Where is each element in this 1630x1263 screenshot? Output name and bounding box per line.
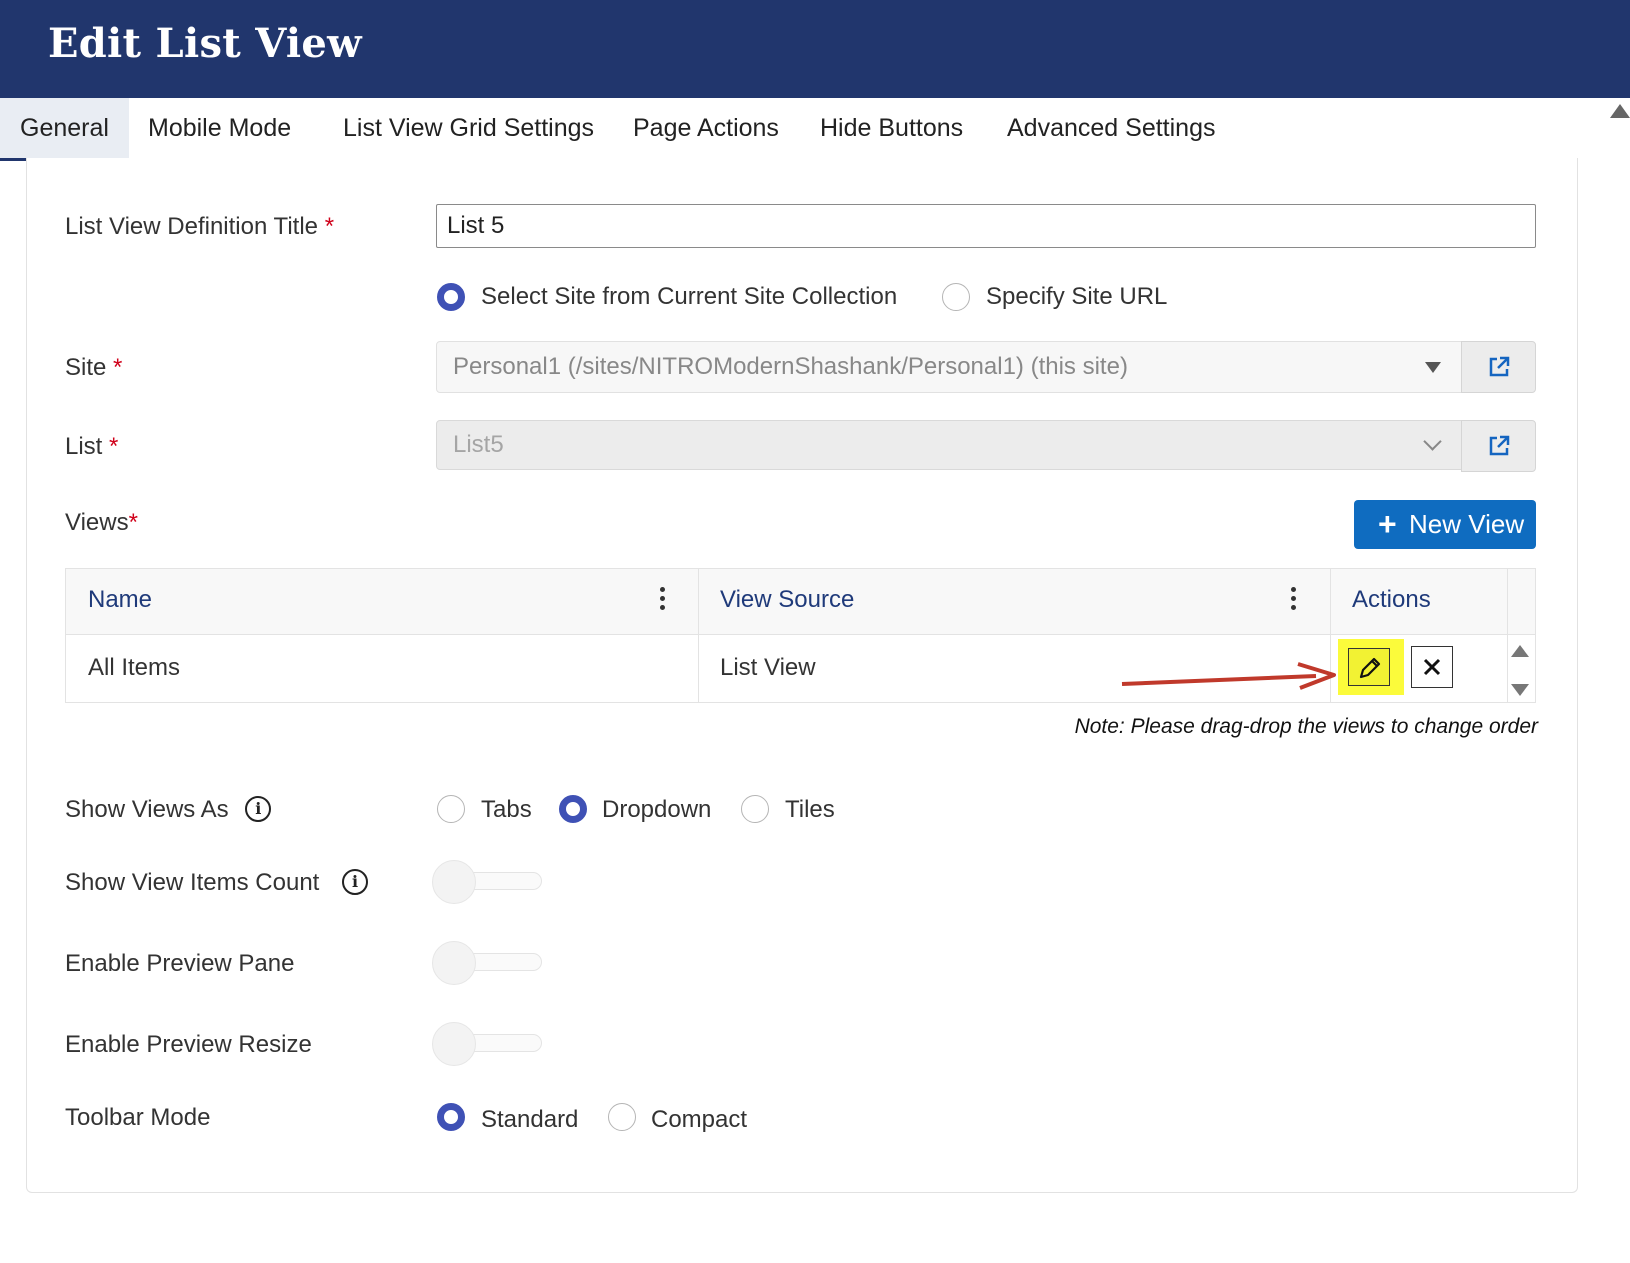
title-label-text: List View Definition Title xyxy=(65,213,319,240)
tab-advanced-settings[interactable]: Advanced Settings xyxy=(987,98,1235,158)
list-dropdown-value: List5 xyxy=(453,431,504,458)
annotation-arrow xyxy=(1121,662,1336,690)
required-mark: * xyxy=(324,213,335,240)
site-label: Site * xyxy=(65,354,122,382)
radio-tiles[interactable] xyxy=(741,795,769,823)
chevron-down-icon xyxy=(1423,432,1442,451)
radio-standard[interactable] xyxy=(437,1103,465,1131)
column-divider xyxy=(1507,569,1508,702)
enable-preview-pane-label: Enable Preview Pane xyxy=(65,950,295,977)
page-title: Edit List View xyxy=(48,20,362,67)
radio-dropdown[interactable] xyxy=(559,795,587,823)
kebab-menu-icon[interactable] xyxy=(1291,587,1297,614)
kebab-menu-icon[interactable] xyxy=(660,587,666,614)
column-divider xyxy=(698,569,699,702)
plus-icon: + xyxy=(1378,506,1397,542)
grid-scroll-up-arrow[interactable] xyxy=(1511,645,1529,657)
info-icon[interactable]: i xyxy=(342,869,369,895)
enable-preview-resize-label: Enable Preview Resize xyxy=(65,1031,312,1058)
title-input[interactable] xyxy=(436,204,1536,248)
site-dropdown-value: Personal1 (/sites/NITROModernShashank/Pe… xyxy=(453,353,1128,380)
tab-list-view-grid-settings[interactable]: List View Grid Settings xyxy=(323,98,614,158)
show-view-items-count-toggle[interactable] xyxy=(432,860,544,904)
radio-compact[interactable] xyxy=(608,1103,636,1131)
radio-current-site-collection[interactable] xyxy=(437,283,465,311)
toolbar-mode-label: Toolbar Mode xyxy=(65,1104,211,1131)
show-views-as-label-text: Show Views As xyxy=(65,796,229,823)
title-label: List View Definition Title * xyxy=(65,213,334,241)
external-link-icon xyxy=(1489,435,1510,456)
column-header-name[interactable]: Name xyxy=(88,586,152,614)
tab-general[interactable]: General xyxy=(0,98,129,161)
info-icon[interactable]: i xyxy=(245,796,272,822)
grid-scroll-down-arrow[interactable] xyxy=(1511,684,1529,696)
radio-specify-site-url[interactable] xyxy=(942,283,970,311)
row-source-cell[interactable]: List View xyxy=(720,654,816,682)
views-label-text: Views xyxy=(65,509,129,536)
required-mark: * xyxy=(109,433,119,460)
pencil-icon xyxy=(1359,657,1381,679)
radio-tiles-label: Tiles xyxy=(785,796,835,823)
radio-specify-site-url-label: Specify Site URL xyxy=(986,283,1168,310)
row-name-cell[interactable]: All Items xyxy=(88,654,180,682)
site-label-text: Site xyxy=(65,354,107,381)
radio-current-site-collection-label: Select Site from Current Site Collection xyxy=(481,283,898,310)
list-open-link-button[interactable] xyxy=(1461,420,1536,472)
show-view-items-count-label: Show View Items Count i xyxy=(65,869,369,897)
tab-page-actions[interactable]: Page Actions xyxy=(613,98,799,158)
site-dropdown[interactable]: Personal1 (/sites/NITROModernShashank/Pe… xyxy=(436,341,1462,393)
page-header: Edit List View xyxy=(0,0,1630,98)
column-header-view-source[interactable]: View Source xyxy=(720,586,854,614)
radio-tabs-label: Tabs xyxy=(481,796,532,823)
external-link-icon xyxy=(1489,356,1510,377)
list-label-text: List xyxy=(65,433,103,460)
views-label: Views* xyxy=(65,509,138,537)
tab-mobile-mode[interactable]: Mobile Mode xyxy=(128,98,311,158)
toggle-knob xyxy=(432,941,476,985)
page-scroll-up-arrow[interactable] xyxy=(1610,104,1630,118)
site-open-link-button[interactable] xyxy=(1461,341,1536,393)
enable-preview-pane-toggle[interactable] xyxy=(432,941,544,985)
new-view-button[interactable]: + New View xyxy=(1354,500,1536,549)
radio-tabs[interactable] xyxy=(437,795,465,823)
delete-view-button[interactable] xyxy=(1411,646,1453,688)
caret-down-icon xyxy=(1425,362,1441,373)
tab-hide-buttons[interactable]: Hide Buttons xyxy=(800,98,983,158)
radio-dropdown-label: Dropdown xyxy=(602,796,712,823)
close-icon xyxy=(1423,658,1441,676)
new-view-label: New View xyxy=(1409,509,1525,539)
drag-drop-note: Note: Please drag-drop the views to chan… xyxy=(1074,715,1538,738)
edit-view-button-frame xyxy=(1348,648,1390,686)
tab-bar: General Mobile Mode List View Grid Setti… xyxy=(0,98,1600,161)
show-view-items-count-label-text: Show View Items Count xyxy=(65,869,320,896)
radio-standard-label: Standard xyxy=(481,1106,579,1133)
toggle-knob xyxy=(432,860,476,904)
radio-compact-label: Compact xyxy=(651,1106,748,1133)
column-header-actions: Actions xyxy=(1352,586,1431,613)
show-views-as-label: Show Views As i xyxy=(65,796,272,824)
toggle-knob xyxy=(432,1022,476,1066)
list-dropdown[interactable]: List5 xyxy=(436,420,1462,470)
enable-preview-resize-toggle[interactable] xyxy=(432,1022,544,1066)
required-mark: * xyxy=(128,509,138,536)
required-mark: * xyxy=(113,354,123,381)
list-label: List * xyxy=(65,433,118,461)
edit-view-button[interactable] xyxy=(1338,639,1404,695)
